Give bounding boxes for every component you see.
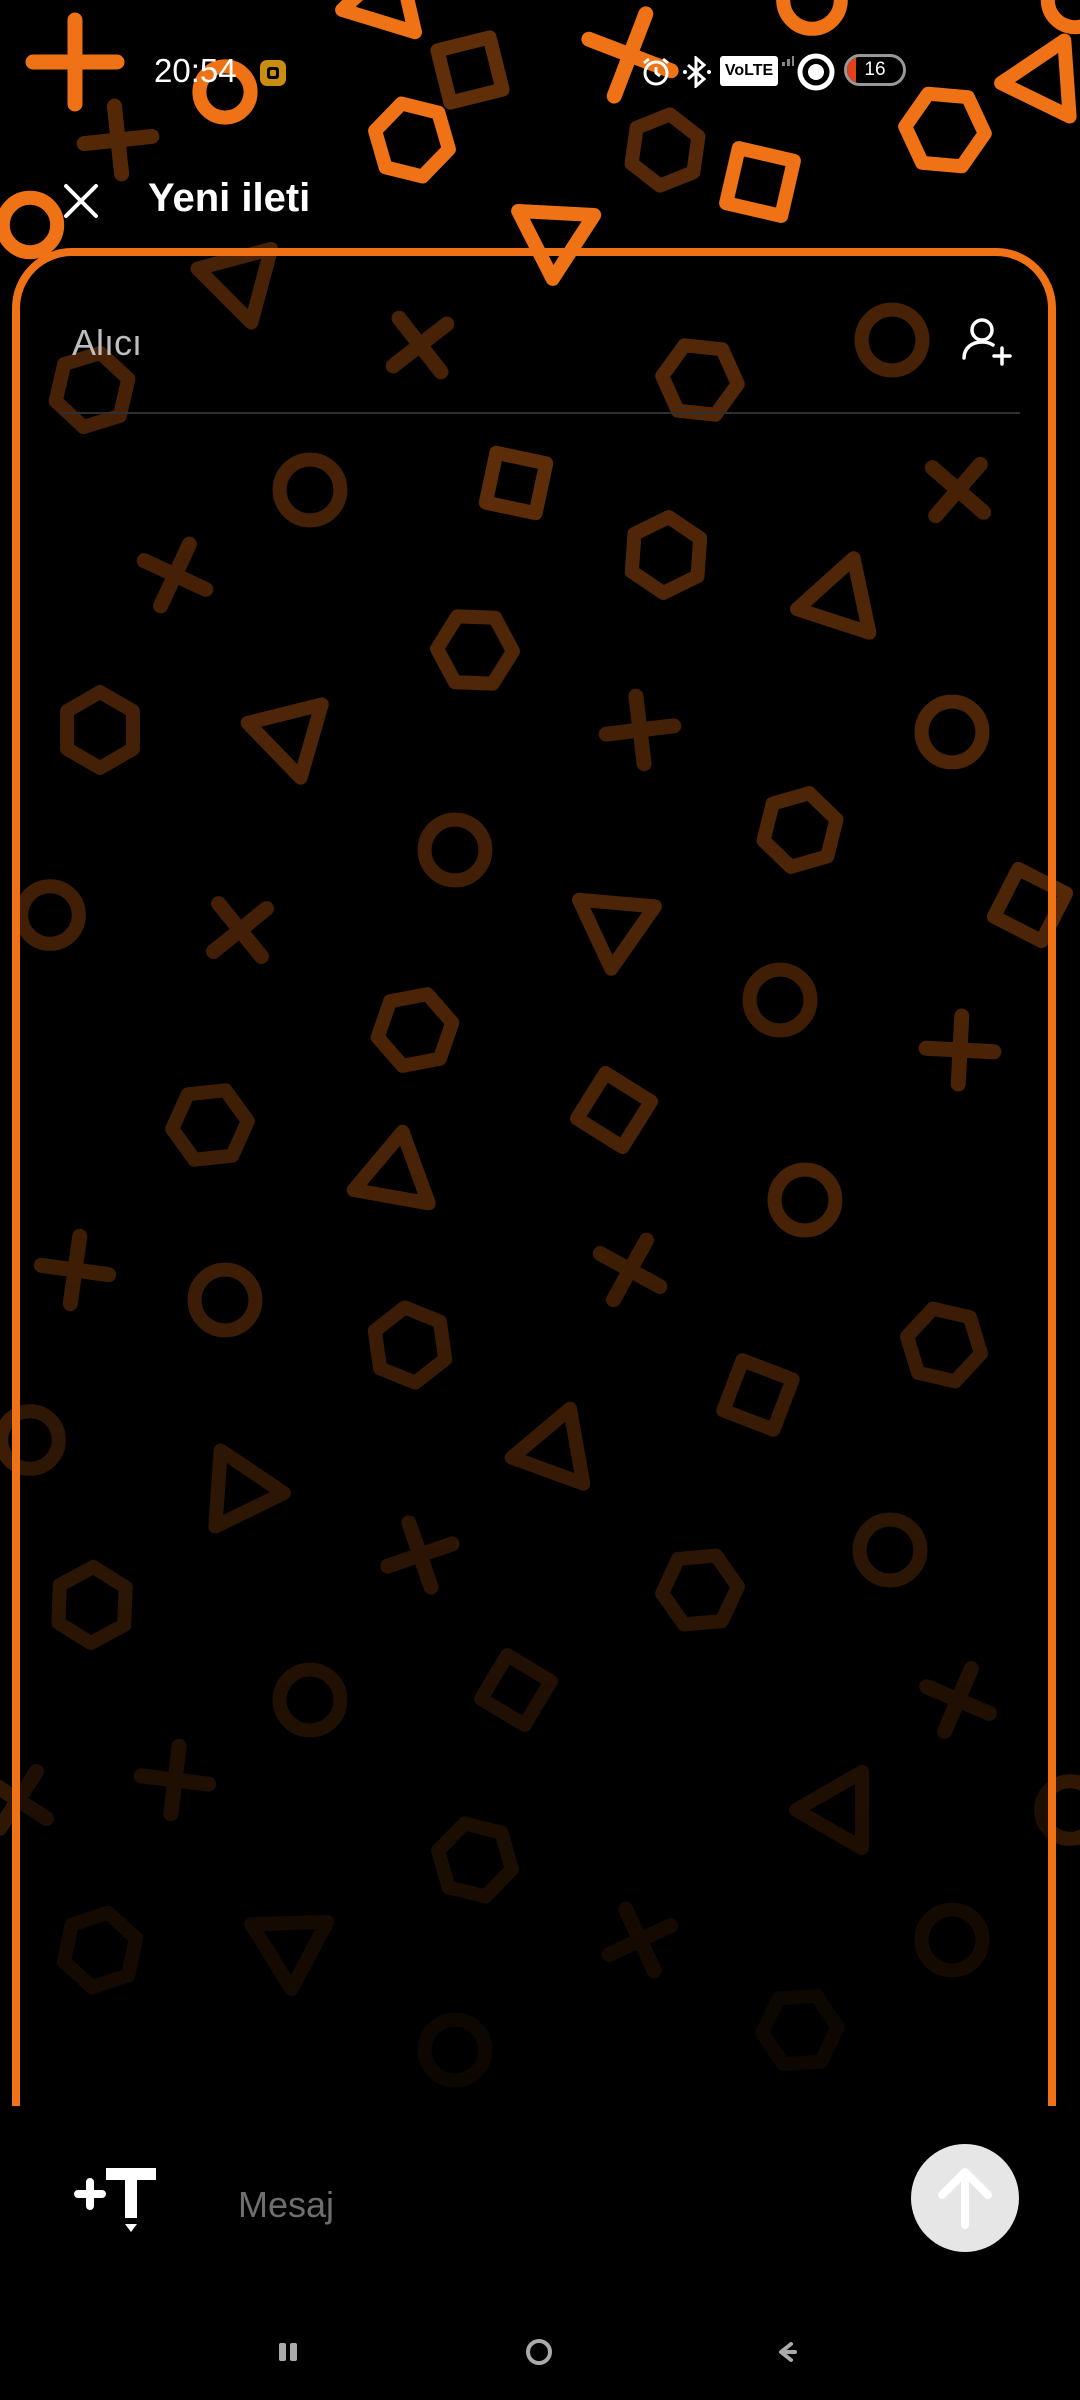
notification-app-icon bbox=[260, 60, 286, 86]
close-button[interactable] bbox=[50, 170, 112, 232]
arrow-up-icon bbox=[938, 2168, 992, 2229]
recipient-input[interactable] bbox=[70, 312, 894, 374]
message-composer bbox=[0, 2106, 1080, 2296]
status-time: 20:54 bbox=[154, 52, 237, 89]
recents-icon bbox=[279, 2343, 297, 2361]
recents-button[interactable] bbox=[258, 2322, 318, 2382]
back-button[interactable] bbox=[757, 2322, 817, 2382]
conversation-frame bbox=[12, 248, 1056, 2248]
text-format-button[interactable] bbox=[70, 2162, 166, 2242]
recipient-row bbox=[60, 290, 1020, 414]
status-bar: 20:54 VoLTE 16 bbox=[0, 0, 1080, 140]
alarm-icon bbox=[643, 57, 669, 86]
battery-level: 16 bbox=[864, 59, 886, 80]
status-icons: VoLTE 16 bbox=[640, 48, 1080, 96]
top-app-bar: Yeni ileti bbox=[0, 150, 1080, 250]
message-input[interactable] bbox=[236, 2172, 860, 2238]
battery-icon: 16 bbox=[844, 54, 906, 86]
signal-icon bbox=[782, 56, 794, 66]
send-button[interactable] bbox=[911, 2144, 1019, 2252]
volte-icon: VoLTE bbox=[720, 56, 778, 86]
text-format-icon bbox=[74, 2168, 156, 2232]
data-saver-icon bbox=[797, 53, 835, 91]
add-contact-button[interactable] bbox=[956, 310, 1020, 374]
home-button[interactable] bbox=[509, 2322, 569, 2382]
page-title: Yeni ileti bbox=[148, 176, 311, 220]
close-icon bbox=[64, 184, 98, 218]
bluetooth-icon bbox=[683, 56, 711, 88]
system-nav-bar bbox=[0, 2300, 1080, 2400]
home-icon bbox=[526, 2339, 552, 2365]
add-contact-icon bbox=[962, 318, 1012, 366]
back-icon bbox=[779, 2342, 797, 2362]
volte-label: VoLTE bbox=[724, 62, 774, 79]
